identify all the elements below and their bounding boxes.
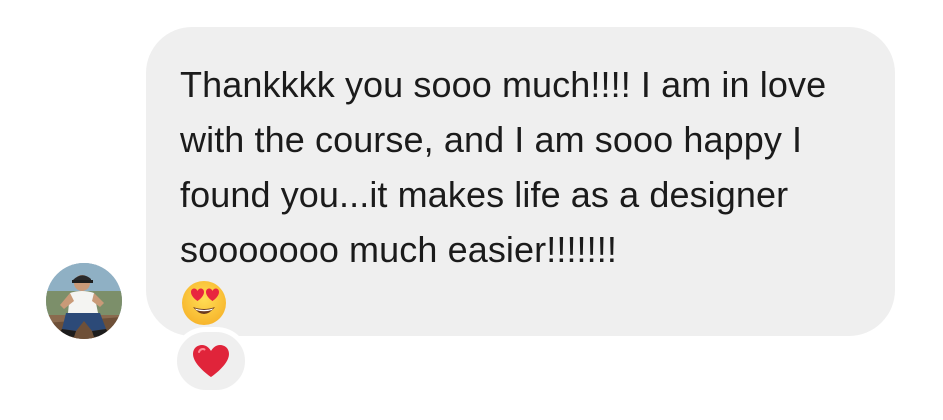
chat-thread: Thankkkk you sooo much!!!! I am in love …: [0, 0, 943, 420]
sender-avatar[interactable]: [46, 263, 122, 339]
avatar-photo: [46, 263, 122, 339]
heart-eyes-emoji-icon: [180, 279, 228, 327]
message-bubble[interactable]: Thankkkk you sooo much!!!! I am in love …: [146, 27, 895, 336]
message-text: Thankkkk you sooo much!!!! I am in love …: [180, 64, 827, 270]
red-heart-icon: [193, 345, 229, 377]
heart-reaction-badge[interactable]: [172, 327, 250, 395]
